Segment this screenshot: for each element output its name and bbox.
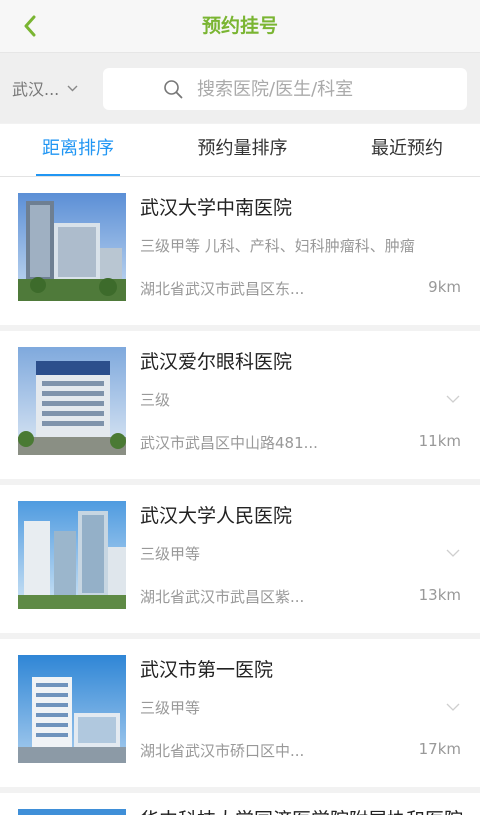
hospital-address: 湖北省武汉市硚口区中... (140, 742, 305, 760)
expand-chevron-icon[interactable] (446, 703, 460, 711)
hospital-list-item[interactable]: 武汉大学中南医院 三级甲等 儿科、产科、妇科肿瘤科、肿瘤 湖北省武汉市武昌区东.… (0, 177, 480, 325)
page-title: 预约挂号 (201, 15, 278, 37)
hospital-photo (18, 655, 126, 763)
hospital-address: 湖北省武汉市武昌区东... (140, 280, 305, 298)
hospital-distance: 9km (428, 278, 461, 296)
hospital-photo (18, 193, 126, 301)
city-label: 武汉... (12, 80, 60, 99)
hospital-level: 三级甲等 (140, 545, 201, 563)
search-bar: 武汉... (0, 53, 480, 123)
hospital-distance: 11km (418, 432, 461, 450)
search-input[interactable] (197, 78, 427, 100)
hospital-photo (18, 809, 126, 815)
hospital-list-item[interactable]: 武汉市第一医院 三级甲等 湖北省武汉市硚口区中... 17km (0, 639, 480, 787)
expand-chevron-icon[interactable] (446, 549, 460, 557)
hospital-list: 武汉大学中南医院 三级甲等 儿科、产科、妇科肿瘤科、肿瘤 湖北省武汉市武昌区东.… (0, 177, 480, 815)
app-header: 预约挂号 (0, 0, 480, 53)
expand-chevron-icon[interactable] (446, 395, 460, 403)
hospital-name: 武汉大学中南医院 (140, 197, 293, 219)
search-icon (163, 79, 183, 99)
hospital-photo (18, 347, 126, 455)
hospital-name: 武汉市第一医院 (140, 659, 274, 681)
hospital-level: 三级 (140, 391, 171, 409)
hospital-list-item[interactable]: 武汉爱尔眼科医院 三级 武汉市武昌区中山路481... 11km (0, 331, 480, 479)
hospital-name: 武汉爱尔眼科医院 (140, 351, 293, 373)
hospital-distance: 17km (418, 740, 461, 758)
hospital-list-item[interactable]: 武汉大学人民医院 三级甲等 湖北省武汉市武昌区紫... 13km (0, 485, 480, 633)
sort-tabs: 距离排序 预约量排序 最近预约 (0, 124, 480, 177)
hospital-address: 武汉市武昌区中山路481... (140, 434, 318, 452)
search-field[interactable] (103, 68, 467, 110)
hospital-address: 湖北省武汉市武昌区紫... (140, 588, 305, 606)
city-selector[interactable]: 武汉... (12, 75, 78, 101)
hospital-name: 华中科技大学同济医学院附属协和医院 (140, 805, 463, 815)
hospital-photo (18, 501, 126, 609)
hospital-level: 三级甲等 (140, 699, 201, 717)
chevron-down-icon (67, 85, 78, 92)
hospital-level: 三级甲等 儿科、产科、妇科肿瘤科、肿瘤 (140, 237, 415, 255)
tab-distance-sort[interactable]: 距离排序 (36, 124, 120, 176)
hospital-name: 武汉大学人民医院 (140, 505, 293, 527)
hospital-distance: 13km (418, 586, 461, 604)
tab-recent-booking[interactable]: 最近预约 (366, 124, 448, 174)
tab-booking-count-sort[interactable]: 预约量排序 (191, 124, 294, 174)
hospital-list-item[interactable]: 华中科技大学同济医学院附属协和医院 (0, 793, 480, 815)
